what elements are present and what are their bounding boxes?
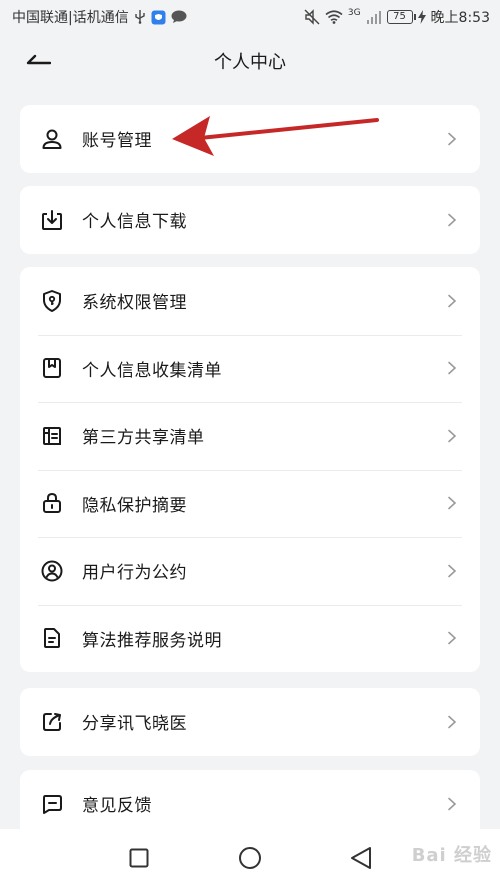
chevron-right-icon xyxy=(444,360,460,376)
card-download: 个人信息下载 xyxy=(20,186,480,254)
status-right: 3G 75 晚上8:53 xyxy=(304,7,490,27)
menu-item-label: 隐私保护摘要 xyxy=(82,495,187,516)
menu-item-privacy-summary[interactable]: 隐私保护摘要 xyxy=(20,469,480,538)
menu-item-label: 第三方共享清单 xyxy=(82,428,205,449)
page-header: 个人中心 xyxy=(0,34,500,88)
home-button[interactable] xyxy=(237,847,263,873)
share-icon xyxy=(38,708,66,736)
menu-item-label: 算法推荐服务说明 xyxy=(82,630,222,651)
usb-icon xyxy=(134,10,146,24)
battery-indicator: 75 xyxy=(386,10,416,24)
chevron-right-icon xyxy=(444,293,460,309)
page-title: 个人中心 xyxy=(214,52,286,73)
menu-item-system-permissions[interactable]: 系统权限管理 xyxy=(20,267,480,335)
triangle-back-icon xyxy=(350,846,372,874)
download-icon xyxy=(38,206,66,234)
chevron-right-icon xyxy=(444,131,460,147)
shield-key-icon xyxy=(38,287,66,315)
chevron-right-icon xyxy=(444,212,460,228)
watermark: Bai 经验 xyxy=(411,845,492,866)
user-icon xyxy=(38,125,66,153)
menu-item-label: 个人信息收集清单 xyxy=(82,360,222,381)
menu-item-personal-info-download[interactable]: 个人信息下载 xyxy=(20,186,480,254)
circle-icon xyxy=(238,846,262,874)
chevron-right-icon xyxy=(444,714,460,730)
clock-text: 晚上8:53 xyxy=(430,10,490,26)
back-nav-button[interactable] xyxy=(348,847,374,873)
feedback-icon xyxy=(38,790,66,818)
menu-item-user-conduct[interactable]: 用户行为公约 xyxy=(20,537,480,605)
document-icon xyxy=(38,624,66,652)
back-button[interactable] xyxy=(20,48,56,74)
card-account: 账号管理 xyxy=(20,105,480,173)
share-list-icon xyxy=(38,422,66,450)
message-icon xyxy=(171,10,187,24)
menu-item-label: 意见反馈 xyxy=(82,796,152,817)
carrier-text: 中国联通|话机通信 xyxy=(12,10,129,26)
card-privacy-group: 系统权限管理 个人信息收集清单 第三方共享清单 隐私保护摘要 用户行为公约 算法… xyxy=(20,267,480,672)
chevron-right-icon xyxy=(444,495,460,511)
card-share: 分享讯飞晓医 xyxy=(20,688,480,756)
menu-item-algorithm-notice[interactable]: 算法推荐服务说明 xyxy=(20,604,480,673)
charging-icon xyxy=(417,10,426,24)
recent-apps-button[interactable] xyxy=(126,847,152,873)
menu-item-third-party-sharing[interactable]: 第三方共享清单 xyxy=(20,402,480,470)
menu-item-label: 分享讯飞晓医 xyxy=(82,714,187,735)
chevron-right-icon xyxy=(444,563,460,579)
menu-item-label: 用户行为公约 xyxy=(82,563,187,584)
menu-item-share-app[interactable]: 分享讯飞晓医 xyxy=(20,688,480,756)
signal-icon xyxy=(366,10,382,24)
mute-icon xyxy=(304,9,320,25)
menu-item-feedback[interactable]: 意见反馈 xyxy=(20,770,480,838)
app-notification-icon xyxy=(151,10,166,25)
menu-item-label: 系统权限管理 xyxy=(82,293,187,314)
menu-item-account-management[interactable]: 账号管理 xyxy=(20,105,480,173)
chevron-right-icon xyxy=(444,630,460,646)
bookmark-doc-icon xyxy=(38,354,66,382)
menu-item-label: 账号管理 xyxy=(82,131,152,152)
wifi-icon xyxy=(325,10,343,24)
network-type-label: 3G xyxy=(347,8,361,18)
back-arrow-icon xyxy=(25,52,52,71)
status-bar: 中国联通|话机通信 3G 75 晚上8:53 xyxy=(0,0,500,34)
user-circle-icon xyxy=(38,557,66,585)
chevron-right-icon xyxy=(444,428,460,444)
chevron-right-icon xyxy=(444,796,460,812)
square-icon xyxy=(129,848,149,872)
lock-icon xyxy=(38,489,66,517)
menu-item-label: 个人信息下载 xyxy=(82,212,187,233)
system-nav-bar: Bai 经验 xyxy=(0,829,500,889)
status-left: 中国联通|话机通信 xyxy=(12,7,187,27)
menu-item-info-collection-list[interactable]: 个人信息收集清单 xyxy=(20,334,480,403)
